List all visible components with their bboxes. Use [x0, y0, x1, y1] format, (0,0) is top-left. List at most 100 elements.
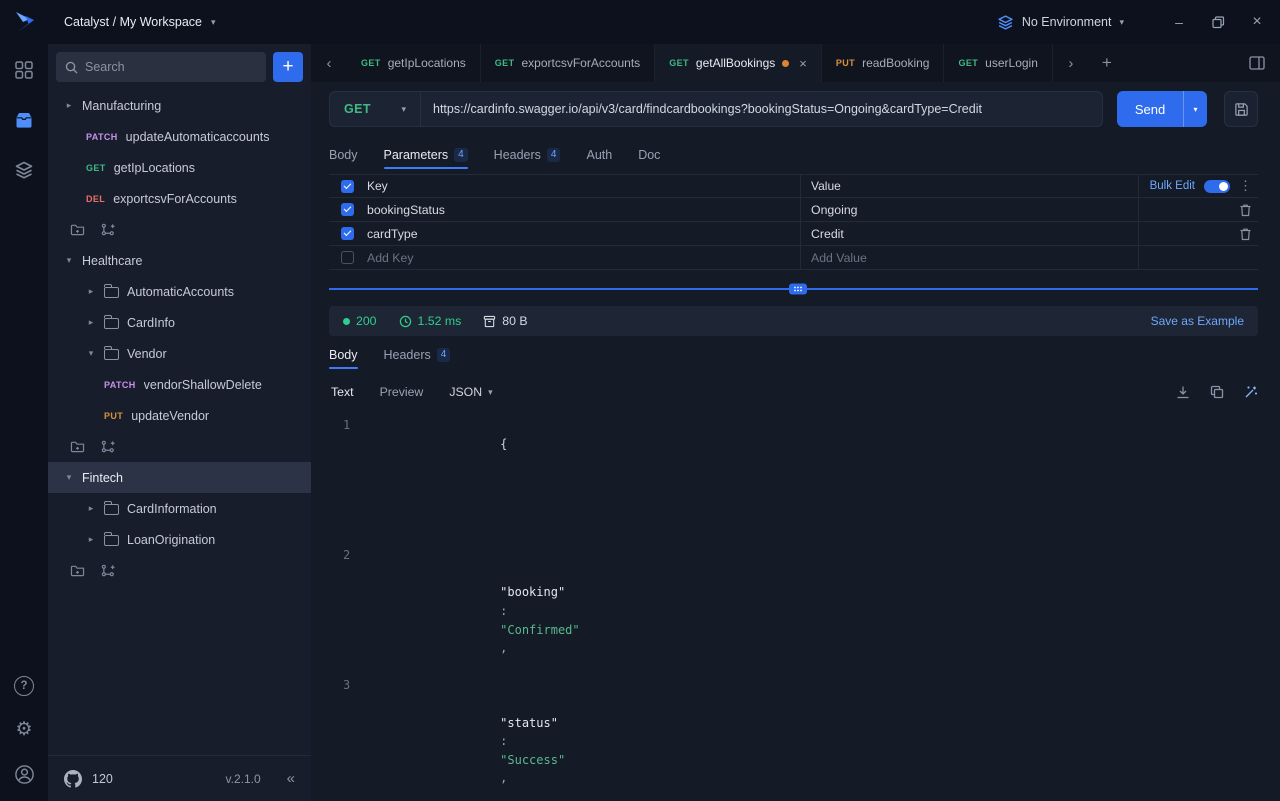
- view-preview-tab[interactable]: Preview: [380, 385, 424, 399]
- save-request-button[interactable]: [1224, 91, 1258, 127]
- add-request-flow-icon[interactable]: [101, 223, 116, 236]
- tree-row[interactable]: PATCH updateAutomaticaccounts: [48, 121, 311, 152]
- copy-response-icon[interactable]: [1210, 385, 1224, 399]
- tree-row[interactable]: ▾ Fintech: [48, 462, 311, 493]
- apps-grid-icon[interactable]: [14, 60, 34, 80]
- help-icon[interactable]: ?: [14, 676, 34, 696]
- add-folder-icon[interactable]: [70, 223, 85, 236]
- request-section-tab[interactable]: Parameters 4: [383, 136, 468, 174]
- splitter-handle[interactable]: [789, 283, 808, 295]
- delete-param-icon[interactable]: [1239, 227, 1252, 241]
- tree-item-label: CardInformation: [127, 501, 217, 516]
- account-icon[interactable]: [14, 764, 35, 785]
- add-value-placeholder[interactable]: Add Value: [800, 246, 1138, 269]
- expand-caret-icon[interactable]: ▸: [86, 534, 96, 545]
- request-tab[interactable]: GET getIpLocations: [347, 44, 481, 82]
- delete-param-icon[interactable]: [1239, 203, 1252, 217]
- param-checkbox[interactable]: [340, 251, 354, 264]
- tree-row[interactable]: [48, 431, 311, 462]
- param-key[interactable]: cardType: [365, 227, 800, 241]
- expand-caret-icon[interactable]: ▸: [64, 100, 74, 111]
- method-select[interactable]: GET ▾: [330, 102, 420, 116]
- tree-row[interactable]: ▸ CardInformation: [48, 493, 311, 524]
- tree-row[interactable]: ▸ LoanOrigination: [48, 524, 311, 555]
- expand-caret-icon[interactable]: ▾: [64, 255, 74, 266]
- add-key-placeholder[interactable]: Add Key: [365, 251, 800, 265]
- request-section-tab[interactable]: Auth: [586, 136, 612, 174]
- section-tab-label: Doc: [638, 148, 661, 162]
- tree-row[interactable]: ▸ Manufacturing: [48, 90, 311, 121]
- close-tab-icon[interactable]: ×: [799, 56, 807, 71]
- param-row[interactable]: bookingStatus Ongoing: [329, 198, 1258, 222]
- url-input[interactable]: [421, 102, 1102, 116]
- bulk-edit-link[interactable]: Bulk Edit: [1150, 180, 1195, 192]
- tree-row[interactable]: ▸ AutomaticAccounts: [48, 276, 311, 307]
- app-window: Catalyst / My Workspace ▾ No Environment…: [0, 0, 1280, 801]
- param-checkbox[interactable]: [340, 203, 354, 216]
- expand-caret-icon[interactable]: ▸: [86, 503, 96, 514]
- params-menu-kebab-icon[interactable]: ⋮: [1239, 178, 1252, 194]
- param-value[interactable]: Credit: [800, 222, 1138, 245]
- environments-stack-icon[interactable]: [14, 160, 34, 180]
- search-input[interactable]: [85, 60, 257, 74]
- add-request-flow-icon[interactable]: [101, 440, 116, 453]
- tree-row[interactable]: DEL exportcsvForAccounts: [48, 183, 311, 214]
- request-section-tab[interactable]: Body: [329, 136, 358, 174]
- settings-gear-icon[interactable]: ⚙: [15, 720, 32, 740]
- expand-caret-icon[interactable]: ▾: [86, 348, 96, 359]
- folder-icon: [103, 345, 119, 360]
- response-section-tab[interactable]: Body: [329, 336, 358, 374]
- request-tab[interactable]: GET exportcsvForAccounts: [481, 44, 656, 82]
- scroll-tabs-left-icon[interactable]: ‹: [311, 44, 347, 82]
- beautify-wand-icon[interactable]: [1244, 385, 1258, 399]
- workspace-switcher[interactable]: Catalyst / My Workspace ▾: [64, 15, 216, 29]
- format-value: JSON: [449, 385, 483, 399]
- expand-caret-icon[interactable]: ▾: [64, 472, 74, 483]
- scroll-tabs-right-icon[interactable]: ›: [1053, 44, 1089, 82]
- environment-selector[interactable]: No Environment ▾: [997, 14, 1124, 31]
- new-tab-button[interactable]: +: [1089, 44, 1125, 82]
- request-section-tab[interactable]: Doc: [638, 136, 660, 174]
- tree-row[interactable]: PUT updateVendor: [48, 400, 311, 431]
- response-section-tab[interactable]: Headers 4: [384, 336, 451, 374]
- send-button[interactable]: Send: [1117, 91, 1183, 127]
- save-as-example-link[interactable]: Save as Example: [1151, 314, 1244, 328]
- expand-caret-icon[interactable]: ▸: [86, 286, 96, 297]
- bulk-edit-toggle[interactable]: [1204, 179, 1230, 193]
- panel-splitter[interactable]: [329, 283, 1258, 295]
- minimize-button[interactable]: –: [1172, 14, 1186, 30]
- request-tab[interactable]: GET getAllBookings ×: [655, 44, 822, 82]
- param-row[interactable]: cardType Credit: [329, 222, 1258, 246]
- param-key[interactable]: bookingStatus: [365, 203, 800, 217]
- view-text-tab[interactable]: Text: [331, 385, 354, 399]
- new-button[interactable]: +: [273, 52, 303, 82]
- param-checkbox[interactable]: [340, 227, 354, 240]
- send-options-caret-icon[interactable]: ▾: [1183, 91, 1207, 127]
- tree-row[interactable]: [48, 214, 311, 245]
- add-request-flow-icon[interactable]: [101, 564, 116, 577]
- tree-row[interactable]: ▾ Vendor: [48, 338, 311, 369]
- request-section-tab[interactable]: Headers 4: [494, 136, 561, 174]
- format-select[interactable]: JSON ▾: [449, 385, 492, 399]
- tree-row[interactable]: ▸ CardInfo: [48, 307, 311, 338]
- layout-panes-icon[interactable]: [1234, 44, 1280, 82]
- tree-row[interactable]: PATCH vendorShallowDelete: [48, 369, 311, 400]
- add-folder-icon[interactable]: [70, 564, 85, 577]
- param-value[interactable]: Ongoing: [800, 198, 1138, 221]
- close-window-button[interactable]: ×: [1250, 13, 1264, 30]
- restore-button[interactable]: [1211, 15, 1225, 29]
- download-response-icon[interactable]: [1176, 385, 1190, 399]
- main-panel: ‹ GET getIpLocations GET exportcsvForAcc…: [311, 44, 1280, 801]
- request-tab[interactable]: GET userLogin: [944, 44, 1053, 82]
- tree-row[interactable]: GET getIpLocations: [48, 152, 311, 183]
- add-param-row[interactable]: Add Key Add Value: [329, 246, 1258, 270]
- collapse-sidebar-icon[interactable]: «: [287, 770, 295, 787]
- collections-icon[interactable]: [13, 109, 35, 131]
- select-all-checkbox[interactable]: [340, 179, 354, 193]
- github-icon[interactable]: [64, 769, 82, 788]
- request-tab[interactable]: PUT readBooking: [822, 44, 945, 82]
- expand-caret-icon[interactable]: ▸: [86, 317, 96, 328]
- add-folder-icon[interactable]: [70, 440, 85, 453]
- tree-row[interactable]: ▾ Healthcare: [48, 245, 311, 276]
- tree-row[interactable]: [48, 555, 311, 586]
